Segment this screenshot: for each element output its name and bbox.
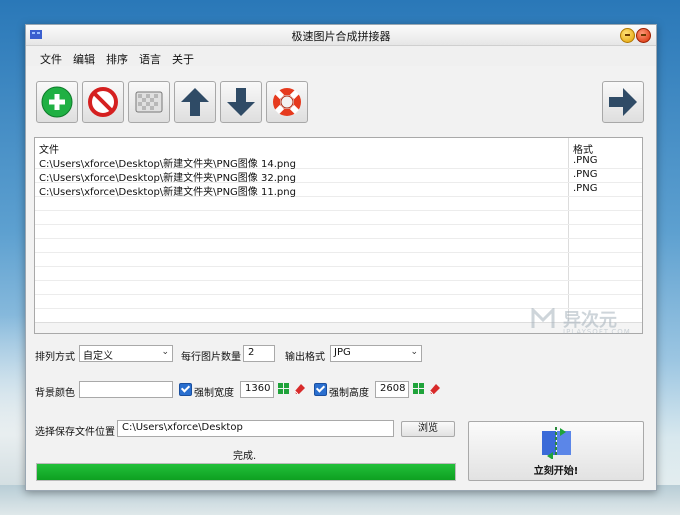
width-grid-icon[interactable] [277, 382, 290, 395]
menu-file[interactable]: 文件 [40, 51, 62, 67]
height-grid-icon[interactable] [412, 382, 425, 395]
menu-edit[interactable]: 编辑 [73, 51, 95, 67]
move-down-button[interactable] [220, 81, 262, 123]
file-format: .PNG [573, 183, 598, 194]
width-eraser-icon[interactable] [293, 382, 306, 395]
move-up-button[interactable] [174, 81, 216, 123]
force-width-label: 强制宽度 [194, 388, 234, 399]
empty-row [35, 281, 642, 295]
force-width-value: 1360 [245, 383, 271, 394]
status-text: 完成. [233, 451, 257, 462]
next-button[interactable] [602, 81, 644, 123]
close-button[interactable] [636, 28, 651, 43]
arrow-down-icon [227, 88, 255, 116]
progress-fill [37, 464, 455, 480]
arrange-value: 自定义 [83, 351, 113, 362]
arrow-up-icon [181, 88, 209, 116]
lifebuoy-icon [273, 88, 301, 116]
help-button[interactable] [266, 81, 308, 123]
force-height-label: 强制高度 [329, 388, 369, 399]
force-width-checkbox[interactable] [179, 383, 192, 396]
save-path-value: C:\Users\xforce\Desktop [122, 422, 243, 433]
per-row-value: 2 [248, 347, 255, 358]
per-row-label: 每行图片数量 [181, 352, 241, 363]
bg-color-label: 背景颜色 [35, 388, 75, 399]
window-title: 极速图片合成拼接器 [291, 30, 391, 43]
column-header-file[interactable]: 文件 [39, 141, 59, 156]
force-height-value: 2608 [380, 383, 406, 394]
arrow-right-icon [609, 88, 637, 116]
menu-bar: 文件 编辑 排序 语言 关于 [26, 46, 656, 66]
file-format: .PNG [573, 169, 598, 180]
save-location-label: 选择保存文件位置 [35, 427, 115, 438]
empty-row [35, 225, 642, 239]
remove-icon [88, 87, 118, 117]
empty-row [35, 239, 642, 253]
empty-row [35, 211, 642, 225]
clear-icon [135, 91, 163, 113]
empty-row [35, 253, 642, 267]
title-bar: 极速图片合成拼接器 [26, 25, 656, 46]
per-row-input[interactable]: 2 [243, 345, 275, 362]
output-format-label: 输出格式 [285, 352, 325, 363]
menu-about[interactable]: 关于 [172, 51, 194, 67]
close-icon [641, 34, 646, 36]
watermark: 异次元 IPLAYSOFT.COM [531, 306, 661, 346]
force-width-input[interactable]: 1360 [240, 381, 274, 398]
output-format-value: JPG [334, 347, 351, 358]
minimize-button[interactable] [620, 28, 635, 43]
force-height-checkbox[interactable] [314, 383, 327, 396]
watermark-logo-icon [531, 308, 555, 328]
add-icon [41, 86, 73, 118]
save-path-input[interactable]: C:\Users\xforce\Desktop [117, 420, 394, 437]
watermark-subtext: IPLAYSOFT.COM [563, 328, 631, 336]
force-height-input[interactable]: 2608 [375, 381, 409, 398]
file-path: C:\Users\xforce\Desktop\新建文件夹\PNG图像 11.p… [39, 187, 296, 198]
file-list[interactable]: 文件 格式 C:\Users\xforce\Desktop\新建文件夹\PNG图… [34, 137, 643, 334]
file-path: C:\Users\xforce\Desktop\新建文件夹\PNG图像 14.p… [39, 159, 296, 170]
bg-color-input[interactable] [79, 381, 173, 398]
arrange-select[interactable]: 自定义 ⌄ [79, 345, 173, 362]
menu-language[interactable]: 语言 [139, 51, 161, 67]
browse-button[interactable]: 浏览 [401, 421, 455, 437]
start-button[interactable]: 立刻开始! [468, 421, 644, 481]
minimize-icon [625, 34, 630, 36]
table-row[interactable]: C:\Users\xforce\Desktop\新建文件夹\PNG图像 11.p… [35, 183, 642, 198]
column-header-format[interactable]: 格式 [573, 141, 593, 156]
remove-file-button[interactable] [82, 81, 124, 123]
table-row[interactable]: C:\Users\xforce\Desktop\新建文件夹\PNG图像 32.p… [35, 169, 642, 184]
chevron-down-icon: ⌄ [161, 347, 169, 357]
progress-bar [36, 463, 456, 481]
file-format: .PNG [573, 155, 598, 166]
table-row[interactable]: C:\Users\xforce\Desktop\新建文件夹\PNG图像 14.p… [35, 155, 642, 170]
clear-list-button[interactable] [128, 81, 170, 123]
empty-row [35, 197, 642, 211]
menu-sort[interactable]: 排序 [106, 51, 128, 67]
add-files-button[interactable] [36, 81, 78, 123]
app-window: 极速图片合成拼接器 文件 编辑 排序 语言 关于 文件 格式 C:\Users\… [25, 24, 657, 491]
start-button-label: 立刻开始! [533, 466, 579, 477]
chevron-down-icon: ⌄ [410, 347, 418, 357]
output-format-select[interactable]: JPG ⌄ [330, 345, 422, 362]
empty-row [35, 267, 642, 281]
file-path: C:\Users\xforce\Desktop\新建文件夹\PNG图像 32.p… [39, 173, 296, 184]
merge-icon [542, 427, 571, 459]
arrange-label: 排列方式 [35, 352, 75, 363]
height-eraser-icon[interactable] [428, 382, 441, 395]
